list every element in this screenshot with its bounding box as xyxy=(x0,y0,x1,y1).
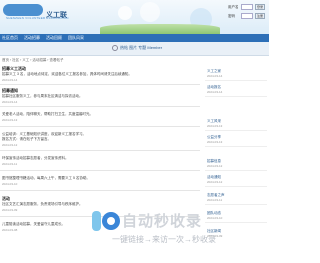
divider xyxy=(0,190,200,191)
decor-grass xyxy=(100,24,220,34)
login-user-row: 用户名 登录 xyxy=(228,4,266,11)
watermark: 自动秒收录 一键链接→来访一次→秒收录 xyxy=(90,208,240,248)
tag-hot[interactable]: 热帖 xyxy=(120,45,128,50)
site-title[interactable]: 义工联 xyxy=(46,10,67,20)
password-field[interactable] xyxy=(241,13,253,19)
divider xyxy=(205,146,267,147)
divider xyxy=(205,170,267,171)
post-date: 2024-03-10 xyxy=(2,182,18,186)
post-excerpt: 招募社区服务义工，参与周末社区清洁与探访活动。 xyxy=(2,94,83,98)
post-excerpt: 儿童陪读活动招募，关爱留守儿童成长。 xyxy=(2,222,65,226)
watermark-logo-icon xyxy=(92,211,120,231)
post-date: 2024-03-09 xyxy=(2,208,18,212)
login-pass-row: 密码 注册 xyxy=(228,13,266,20)
divider xyxy=(205,80,267,81)
tag-links: 热帖 图片 专题 Member xyxy=(120,45,162,51)
post-date: 2024-03-13 xyxy=(2,118,18,122)
breadcrumb: 首页 › 社区 › 义工 › 活动招募 › 查看帖子 xyxy=(2,58,64,62)
divider xyxy=(0,150,200,151)
divider xyxy=(205,204,267,205)
site-logo[interactable] xyxy=(3,4,43,16)
post-date: 2024-03-11 xyxy=(2,162,18,166)
post-excerpt: 图书馆整理书籍活动，每周六上午，需要义工 5 名协助。 xyxy=(2,176,90,180)
sidebar-item-date: 2024-03-13 xyxy=(207,140,223,144)
tag-member[interactable]: Member xyxy=(147,45,162,50)
password-label: 密码 xyxy=(228,14,235,18)
post-date: 2024-03-14 xyxy=(2,100,18,104)
sub-toolbar: 热帖 图片 专题 Member xyxy=(0,42,269,56)
tag-topic[interactable]: 专题 xyxy=(138,45,146,50)
watermark-brand: 自动秒收录 xyxy=(122,213,203,230)
post-excerpt: 招募义工 3 名，活动地点待定，欢迎各位义工报名参加，具体时间请关注后续通知。 xyxy=(2,72,132,76)
username-label: 用户名 xyxy=(228,5,239,9)
divider xyxy=(0,126,200,127)
sidebar-item-date: 2024-03-14 xyxy=(207,90,223,94)
post-date: 2024-03-08 xyxy=(2,228,18,232)
decor-bubble xyxy=(118,6,132,20)
main-nav: 社区首页 活动招募 活动回顾 团队风采 xyxy=(0,34,269,42)
header-banner: SHENZHEN VOLUNTEER ASSOCIATION 义工联 用户名 登… xyxy=(0,0,269,34)
tag-pic[interactable]: 图片 xyxy=(129,45,137,50)
post-excerpt: 社区文艺汇演志愿服务，负责现场引导与秩序维护。 xyxy=(2,202,83,206)
nav-item-home[interactable]: 社区首页 xyxy=(2,35,18,41)
divider xyxy=(0,106,200,107)
divider xyxy=(205,96,267,97)
sidebar-item-date: 2024-03-12 xyxy=(207,180,223,184)
register-button[interactable]: 注册 xyxy=(255,13,265,19)
divider xyxy=(0,84,200,85)
sidebar-item-date: 2024-03-14 xyxy=(207,74,223,78)
username-field[interactable] xyxy=(241,4,253,10)
sidebar-item-date: 2024-03-11 xyxy=(207,198,223,202)
post-excerpt: 报名方式：请在帖子下方留言。 xyxy=(2,137,51,141)
sidebar-item-date: 2024-03-12 xyxy=(207,164,223,168)
nav-item-review[interactable]: 活动回顾 xyxy=(46,35,62,41)
watermark-tagline: 一键链接→来访一次→秒收录 xyxy=(112,235,216,244)
divider xyxy=(205,186,267,187)
post-excerpt: 环保宣传活动招募志愿者，分发宣传资料。 xyxy=(2,156,69,160)
search-icon[interactable] xyxy=(112,45,118,51)
post-excerpt: 关爱老人活动，陪伴聊天，帮助打扫卫生，共度温馨时光。 xyxy=(2,112,93,116)
login-box: 用户名 登录 密码 注册 xyxy=(228,2,266,26)
post-date: 2024-03-12 xyxy=(2,143,18,147)
divider xyxy=(0,170,200,171)
post-date: 2024-03-14 xyxy=(2,78,18,82)
nav-item-team[interactable]: 团队风采 xyxy=(68,35,84,41)
sidebar-item-date: 2024-03-13 xyxy=(207,124,223,128)
divider xyxy=(205,130,267,131)
decor-bubble xyxy=(140,2,160,22)
login-button[interactable]: 登录 xyxy=(255,4,265,10)
nav-item-recruit[interactable]: 活动招募 xyxy=(24,35,40,41)
